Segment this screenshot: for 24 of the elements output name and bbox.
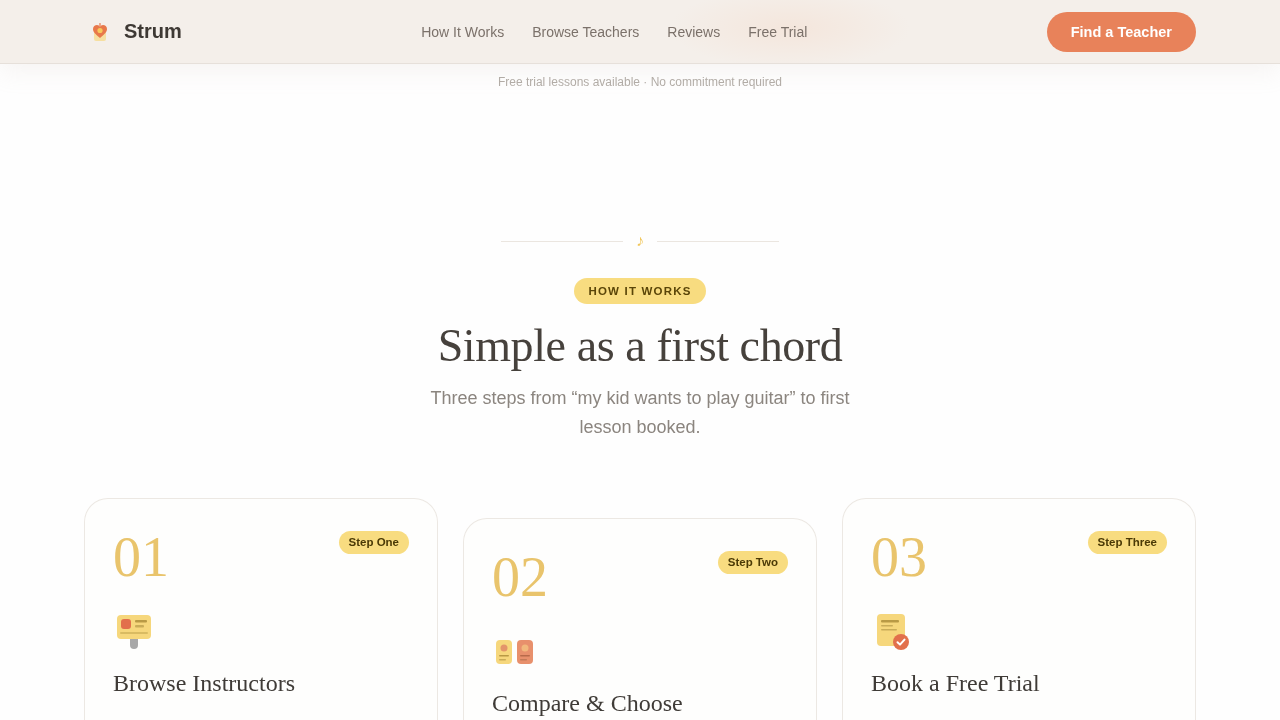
heart-icon <box>92 22 108 41</box>
nav-link[interactable]: Browse Teachers <box>532 23 640 40</box>
document-check-icon <box>875 614 909 650</box>
nav-link[interactable]: How It Works <box>421 23 505 40</box>
step-number: 02 <box>492 547 548 607</box>
step-badge: Step One <box>338 531 409 554</box>
profile-card-icon <box>117 615 151 649</box>
nav-link[interactable]: Reviews <box>667 23 721 40</box>
compare-cards-icon <box>496 640 533 664</box>
music-note-icon: ♪ <box>636 233 644 249</box>
nav-link[interactable]: Free Trial <box>748 23 808 40</box>
step-badge: Step Two <box>717 551 788 574</box>
tagline: Free trial lessons available · No commitment required <box>497 75 783 89</box>
find-teacher-button[interactable]: Find a Teacher <box>1046 11 1196 52</box>
brand-name: Strum <box>124 20 182 43</box>
step-title: Book a Free Trial <box>871 670 1041 698</box>
step-title: Compare & Choose <box>492 690 684 718</box>
step-badge: Step Three <box>1087 531 1167 554</box>
section-title: Simple as a first chord <box>437 319 843 372</box>
step-title: Browse Instructors <box>113 670 296 698</box>
section-subtitle: Three steps from “my kid wants to play guitar” to first lesson booked. <box>429 387 851 439</box>
section-label: HOW IT WORKS <box>574 278 706 304</box>
step-number: 01 <box>113 527 169 587</box>
step-number: 03 <box>871 527 927 587</box>
